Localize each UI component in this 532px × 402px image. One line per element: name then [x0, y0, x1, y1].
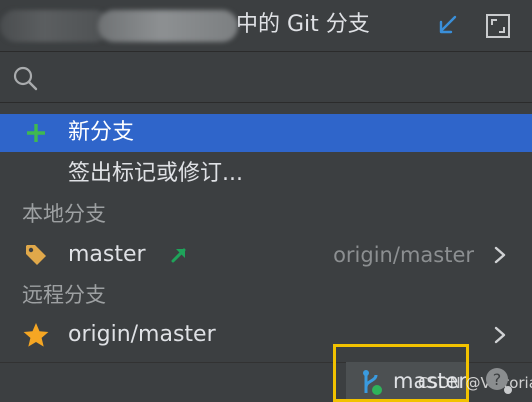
search-input[interactable] [46, 61, 516, 95]
plus-icon [22, 120, 50, 146]
local-branch-master[interactable]: master origin/master [0, 236, 532, 274]
watermark: CSDN @Viktoriae [418, 374, 532, 392]
remote-branch-name: origin/master [68, 322, 216, 347]
help-icon[interactable]: ? [484, 366, 514, 396]
push-arrow-icon [171, 248, 186, 263]
local-branches-header: 本地分支 [22, 202, 106, 226]
new-branch-action[interactable]: 新分支 [0, 114, 532, 152]
tracking-branch-label: origin/master [333, 243, 474, 267]
checkout-tag-or-revision-action[interactable]: 签出标记或修订... [0, 155, 532, 193]
redacted-project-name-2 [98, 10, 238, 42]
popup-title: 中的 Git 分支 [236, 12, 370, 37]
chevron-right-icon[interactable] [490, 245, 510, 265]
search-icon [13, 66, 38, 91]
branch-search [0, 53, 532, 103]
expand-window-icon[interactable] [484, 12, 512, 40]
local-branch-name: master [68, 242, 146, 267]
checkout-tag-label: 签出标记或修订... [68, 161, 243, 186]
git-branches-popup: 中的 Git 分支 新分支 签出标记或修订... 本地分支 master ori… [0, 0, 532, 402]
new-branch-label: 新分支 [68, 120, 135, 145]
chevron-right-icon[interactable] [490, 325, 510, 345]
collapse-arrow-icon[interactable] [434, 12, 462, 40]
star-icon [22, 322, 50, 348]
svg-text:?: ? [493, 370, 502, 389]
tag-icon [22, 242, 50, 268]
redacted-project-name [0, 10, 110, 42]
popup-header: 中的 Git 分支 [0, 0, 532, 52]
remote-branches-header: 远程分支 [22, 283, 106, 307]
